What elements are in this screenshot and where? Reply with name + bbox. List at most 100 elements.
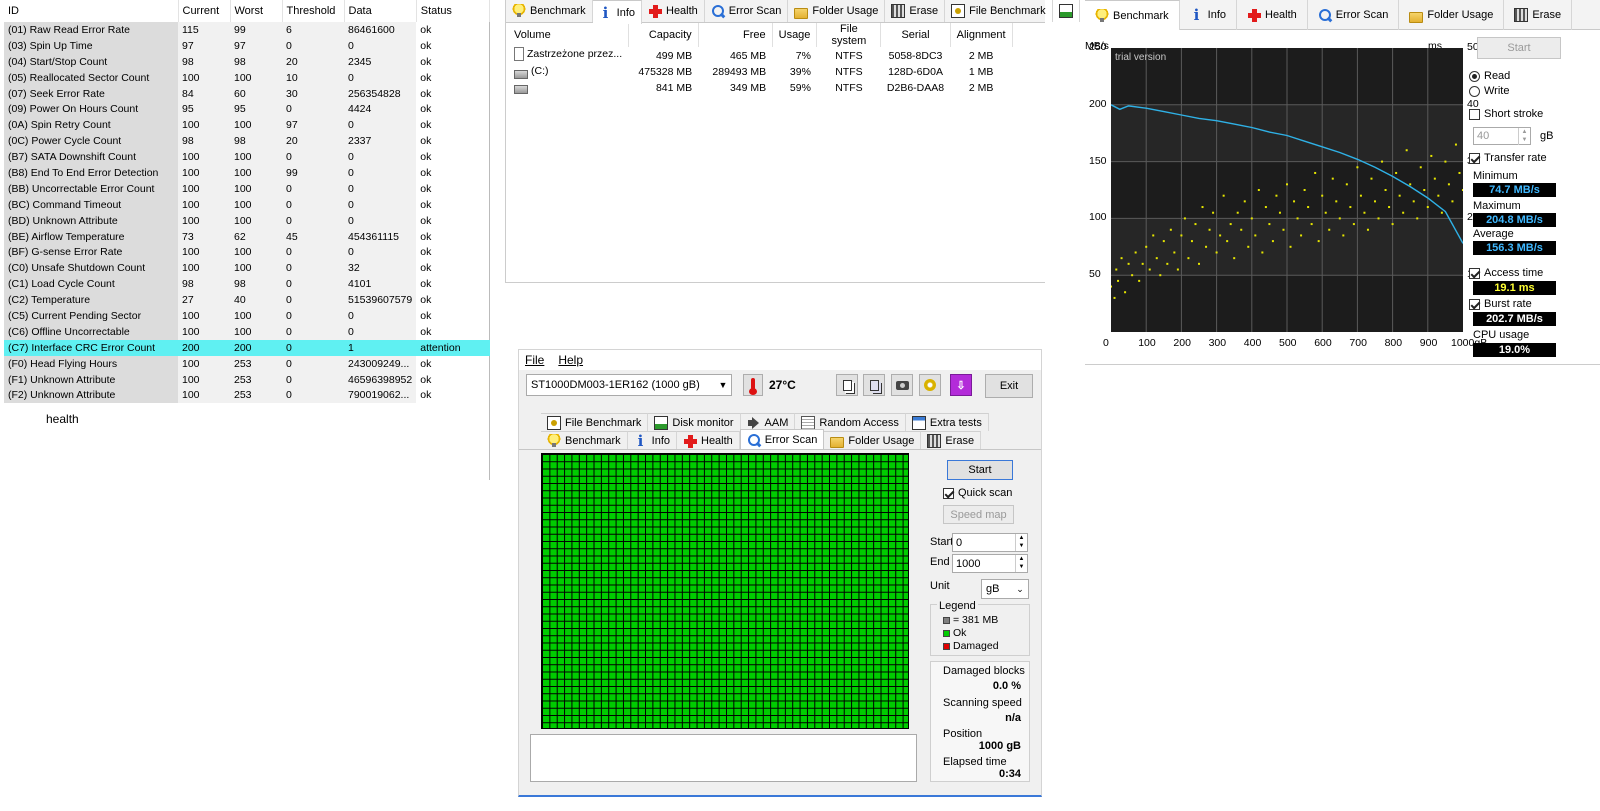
spinner-icon[interactable]: ▲ ▼ [1015,555,1027,572]
camera-icon[interactable] [891,374,913,396]
volume-row[interactable]: Zastrzeżone przez... 499 MB 465 MB 7% NTFS 50… [508,47,1012,64]
column-header-alignment[interactable]: Alignment [950,23,1013,47]
column-header-volume[interactable]: Volume [508,23,629,47]
status-value: ok [420,103,432,116]
burst-rate-checkbox[interactable]: Burst rate [1469,298,1532,310]
threshold-value: 0 [282,196,344,213]
tab-error-scan[interactable]: Error Scan [705,0,789,22]
smart-row[interactable]: (04) Start/Stop Count 98 98 20 2345 ok [4,53,490,70]
column-header-capacity[interactable]: Capacity [628,23,699,47]
menu-file[interactable]: File [525,353,544,367]
smart-row[interactable]: (BC) Command Timeout 100 100 0 0 ok [4,196,490,213]
column-header-current[interactable]: Current [178,0,231,22]
read-radio[interactable]: Read [1469,70,1510,82]
smart-row[interactable]: (BB) Uncorrectable Error Count 100 100 0 0 ok [4,180,490,197]
access-time-point [1138,279,1141,282]
smart-row[interactable]: (F2) Unknown Attribute 100 253 0 790019062..… [4,387,490,404]
tab-disk-monitor[interactable]: Disk monitor [648,413,741,431]
short-stroke-checkbox[interactable]: Short stroke [1469,108,1543,120]
smart-row[interactable]: (0A) Spin Retry Count 100 100 97 0 ok [4,117,490,134]
column-header-worst[interactable]: Worst [230,0,283,22]
column-header-filesystem[interactable]: File system [816,23,882,47]
smart-row[interactable]: (0C) Power Cycle Count 98 98 20 2337 ok [4,133,490,150]
volume-usage: 59% [789,82,811,94]
smart-row[interactable]: (BE) Airflow Temperature 73 62 45 454361115 o… [4,228,490,245]
smart-row[interactable]: (07) Seek Error Rate 84 60 30 256354828 ok [4,85,490,102]
smart-row[interactable]: (F0) Head Flying Hours 100 253 0 243009249..… [4,355,490,372]
copy-all-icon[interactable] [863,374,885,396]
column-header-status[interactable]: Status [416,0,491,22]
smart-row[interactable]: (BD) Unknown Attribute 100 100 0 0 ok [4,212,490,229]
tab-info[interactable]: Info [592,0,642,24]
tab-folder-usage[interactable]: Folder Usage [824,431,922,449]
tab-info[interactable]: Info [627,431,677,450]
tab-file-benchmark[interactable]: File Benchmark [945,0,1053,22]
spinner-icon[interactable]: ▲ ▼ [1015,534,1027,551]
scan-start-button[interactable]: Start [947,460,1013,480]
unit-select[interactable]: gB ⌄ [981,579,1029,599]
tab-health[interactable]: Health [642,0,705,22]
volume-row[interactable]: (C:) 475328 MB 289493 MB 39% NTFS 128D-6D0A 1 … [508,64,1012,80]
tab-file-benchmark[interactable]: File Benchmark [541,413,649,431]
smart-row[interactable]: (B7) SATA Downshift Count 100 100 0 0 ok [4,149,490,166]
short-stroke-input[interactable]: 40 ▲ ▼ [1473,127,1531,145]
tab-info_panel.tabs-7[interactable] [1053,0,1080,22]
tab-benchmark[interactable]: Benchmark [506,0,593,22]
smart-row[interactable]: (B8) End To End Error Detection 100 100 99 0… [4,165,490,181]
end-field[interactable]: 1000 ▲ ▼ [952,554,1028,573]
menu-help[interactable]: Help [558,353,583,367]
smart-row[interactable]: (C7) Interface CRC Error Count 200 200 0 1 at… [4,339,490,356]
speed-map-button[interactable]: Speed map [943,505,1014,524]
tab-error-scan[interactable]: Error Scan [739,429,825,449]
quick-scan-checkbox[interactable]: Quick scan [943,487,1012,499]
smart-row[interactable]: (C6) Offline Uncorrectable 100 100 0 0 ok [4,323,490,340]
tab-erase[interactable]: Erase [885,0,946,22]
smart-row[interactable]: (C2) Temperature 27 40 0 51539607579 ok [4,292,490,309]
tab-health[interactable]: Health [1237,0,1308,30]
access-time-checkbox[interactable]: Access time [1469,267,1543,279]
download-icon[interactable]: ⇩ [950,374,972,396]
benchmark-start-button[interactable]: Start [1477,37,1561,59]
drive-select[interactable]: ST1000DM003-1ER162 (1000 gB) ▼ [526,374,732,396]
raw-data-value: 790019062... [344,387,417,404]
options-icon[interactable] [919,374,941,396]
attribute-name: (C1) Load Cycle Count [4,276,178,293]
status-value: ok [420,151,432,164]
column-header-id[interactable]: ID [4,0,179,22]
raw-data-value: 0 [344,37,417,54]
tab-erase[interactable]: Erase [1504,0,1573,30]
tab-benchmark[interactable]: Benchmark [1085,0,1180,30]
tab-folder-usage[interactable]: Folder Usage [1399,0,1505,30]
column-header-threshold[interactable]: Threshold [282,0,345,22]
smart-row[interactable]: (C0) Unsafe Shutdown Count 100 100 0 32 ok [4,260,490,277]
smart-row[interactable]: (09) Power On Hours Count 95 95 0 4424 ok [4,101,490,118]
transfer-rate-checkbox[interactable]: Transfer rate [1469,152,1547,164]
folder-icon [1409,11,1424,23]
smart-row[interactable]: (05) Reallocated Sector Count 100 100 10 0 ok [4,69,490,86]
tab-erase[interactable]: Erase [921,431,982,449]
tab-health[interactable]: Health [677,431,740,449]
column-header-free[interactable]: Free [698,23,773,47]
column-header-serial[interactable]: Serial [880,23,951,47]
column-header-data[interactable]: Data [344,0,417,22]
smart-row[interactable]: (BF) G-sense Error Rate 100 100 0 0 ok [4,244,490,261]
spinner-icon[interactable]: ▲ ▼ [1518,127,1530,145]
exit-button[interactable]: Exit [985,374,1033,398]
tab-info[interactable]: Info [1180,0,1237,30]
tab-benchmark[interactable]: Benchmark [541,431,628,449]
smart-row[interactable]: (03) Spin Up Time 97 97 0 0 ok [4,37,490,54]
write-radio[interactable]: Write [1469,85,1509,97]
smart-row[interactable]: (C1) Load Cycle Count 98 98 0 4101 ok [4,276,490,293]
smart-row[interactable]: (F1) Unknown Attribute 100 253 0 46596398952… [4,371,490,388]
tab-folder-usage[interactable]: Folder Usage [788,0,886,22]
raw-data-value: 2337 [344,133,417,150]
tab-error-scan[interactable]: Error Scan [1308,0,1400,30]
copy-icon[interactable] [836,374,858,396]
volume-row[interactable]: 841 MB 349 MB 59% NTFS D2B6-DAA8 2 MB [508,80,1012,96]
start-field[interactable]: 0 ▲ ▼ [952,533,1028,552]
smart-row[interactable]: (C5) Current Pending Sector 100 100 0 0 ok [4,308,490,324]
current-value: 100 [178,371,230,388]
column-header-usage[interactable]: Usage [772,23,818,47]
tab-extra-tests[interactable]: Extra tests [905,413,989,431]
smart-row[interactable]: (01) Raw Read Error Rate 115 99 6 86461600 ok [4,22,490,38]
